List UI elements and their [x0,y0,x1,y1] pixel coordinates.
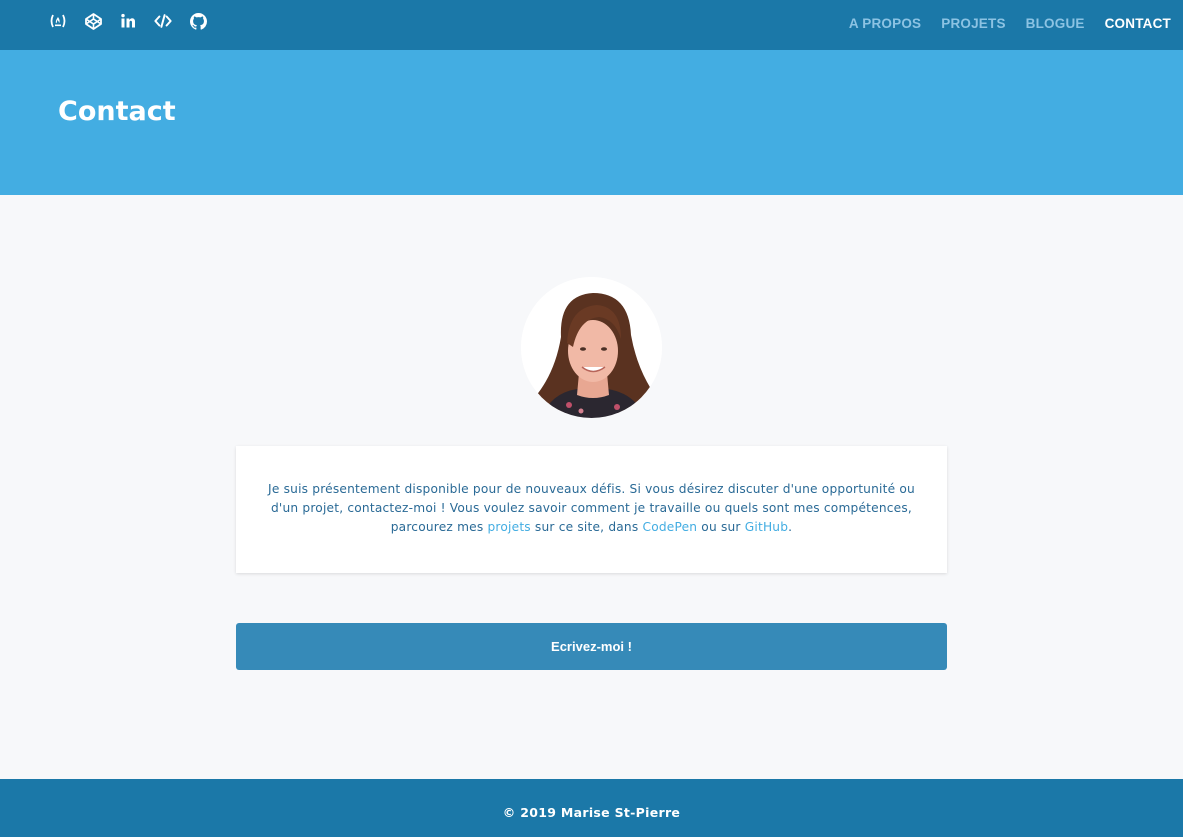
avatar [521,277,662,418]
linkedin-icon[interactable] [119,12,137,30]
intro-card: Je suis présentement disponible pour de … [236,446,947,573]
nav-item-projets[interactable]: PROJETS [941,16,1005,31]
codepen-link[interactable]: CodePen [642,520,697,534]
nav-item-contact[interactable]: CONTACT [1105,16,1171,31]
page-header: Contact [0,50,1183,195]
code-icon[interactable] [154,12,172,30]
github-link[interactable]: GitHub [745,520,788,534]
write-me-button[interactable]: Ecrivez-moi ! [236,623,947,670]
nav-item-a-propos[interactable]: A PROPOS [849,16,921,31]
intro-text-4: . [788,520,793,534]
main-nav: A PROPOS PROJETS BLOGUE CONTACT [849,16,1171,31]
intro-text-3: ou sur [697,520,745,534]
github-icon[interactable] [189,12,207,30]
projets-link[interactable]: projets [488,520,531,534]
top-navbar: A PROPOS PROJETS BLOGUE CONTACT [0,0,1183,50]
footer: © 2019 Marise St-Pierre [0,779,1183,837]
intro-text-2: sur ce site, dans [530,520,643,534]
page-title: Contact [58,96,176,127]
nav-item-blogue[interactable]: BLOGUE [1026,16,1085,31]
fcc-icon[interactable] [49,12,67,30]
copyright-text: © 2019 Marise St-Pierre [502,805,681,820]
avatar-portrait [521,277,662,418]
social-links [49,12,224,30]
codepen-icon[interactable] [84,12,102,30]
